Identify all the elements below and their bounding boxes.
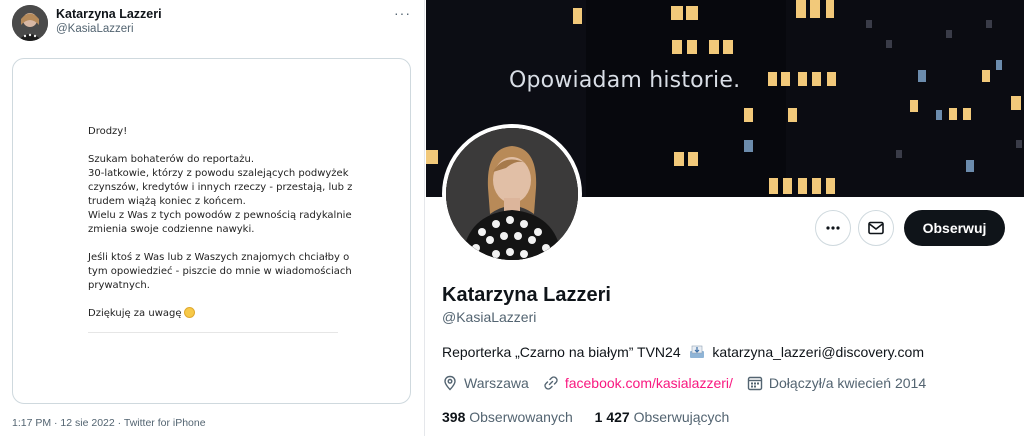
tweet-panel: Katarzyna Lazzeri @KasiaLazzeri ··· Drod… [0,0,425,436]
profile-stats: 398 Obserwowanych 1 427 Obserwujących [442,409,747,425]
calendar-icon [747,376,763,391]
following-label: Obserwowanych [469,409,573,425]
profile-name: Katarzyna Lazzeri [442,284,611,306]
follow-button[interactable]: Obserwuj [904,210,1005,246]
website-link[interactable]: facebook.com/kasialazzeri/ [565,375,733,391]
following-stat[interactable]: 398 Obserwowanych [442,409,573,425]
inbox-tray-icon [689,345,704,358]
followers-stat[interactable]: 1 427 Obserwujących [595,409,730,425]
tweet-author-handle[interactable]: @KasiaLazzeri [56,23,134,35]
letter-line: tym opowiedzieć - piszcie do mnie w wiad… [88,266,352,277]
message-button[interactable] [858,210,894,246]
letter-line: Wielu z Was z tych powodów z pewnością r… [88,210,352,221]
link-icon [544,376,558,390]
mail-icon [868,221,884,235]
profile-joined: Dołączył/a kwiecień 2014 [747,375,926,391]
bio-text: Reporterka „Czarno na białym” TVN24 [442,344,681,360]
letter-line: czynszów, kredytów i innych rzeczy - prz… [88,182,353,193]
more-icon [826,226,840,230]
letter-line: trudem wiążą koniec z końcem. [88,196,246,207]
tweet-image-card[interactable]: Drodzy! Szukam bohaterów do reportażu. 3… [12,58,411,404]
banner-caption: Opowiadam historie. [509,68,741,93]
letter-divider [88,332,338,333]
letter-thanks: Dziękuję za uwagę [88,307,356,321]
letter-line: Jeśli ktoś z Was lub z Waszych znajomych… [88,252,350,263]
followers-label: Obserwujących [633,409,730,425]
profile-panel: Opowiadam historie. Obserwuj Katarzyna L… [426,0,1024,436]
profile-more-button[interactable] [815,210,851,246]
profile-handle: @KasiaLazzeri [442,309,537,325]
smiling-face-icon [183,307,195,318]
letter-line: prywatnych. [88,280,150,291]
location-icon [444,375,456,391]
letter-line: zmienia swoje codzienne nawyki. [88,224,255,235]
letter-line: 30-latkowie, którzy z powodu szalejących… [88,168,349,179]
tweet-timestamp[interactable]: 1:17 PM · 12 sie 2022 · Twitter for iPho… [12,417,206,429]
following-count: 398 [442,409,466,425]
letter-text: Drodzy! Szukam bohaterów do reportażu. 3… [88,125,356,321]
followers-count: 1 427 [594,409,630,425]
letter-line: Szukam bohaterów do reportażu. [88,154,255,165]
letter-thanks-text: Dziękuję za uwagę [88,308,182,319]
letter-greeting: Drodzy! [88,126,128,137]
tweet-author-name[interactable]: Katarzyna Lazzeri [56,7,162,21]
profile-location: Warszawa [442,375,529,391]
location-text: Warszawa [464,375,529,391]
tweet-author-avatar[interactable] [12,5,48,41]
tweet-more-icon[interactable]: ··· [394,5,411,21]
profile-avatar[interactable] [442,124,582,264]
joined-text: Dołączył/a kwiecień 2014 [768,375,927,391]
profile-website[interactable]: facebook.com/kasialazzeri/ [543,375,733,391]
profile-bio: Reporterka „Czarno na białym” TVN24 kata… [442,344,924,360]
profile-meta: Warszawa facebook.com/kasialazzeri/ Dołą… [442,375,940,391]
bio-email: katarzyna_lazzeri@discovery.com [712,344,924,360]
